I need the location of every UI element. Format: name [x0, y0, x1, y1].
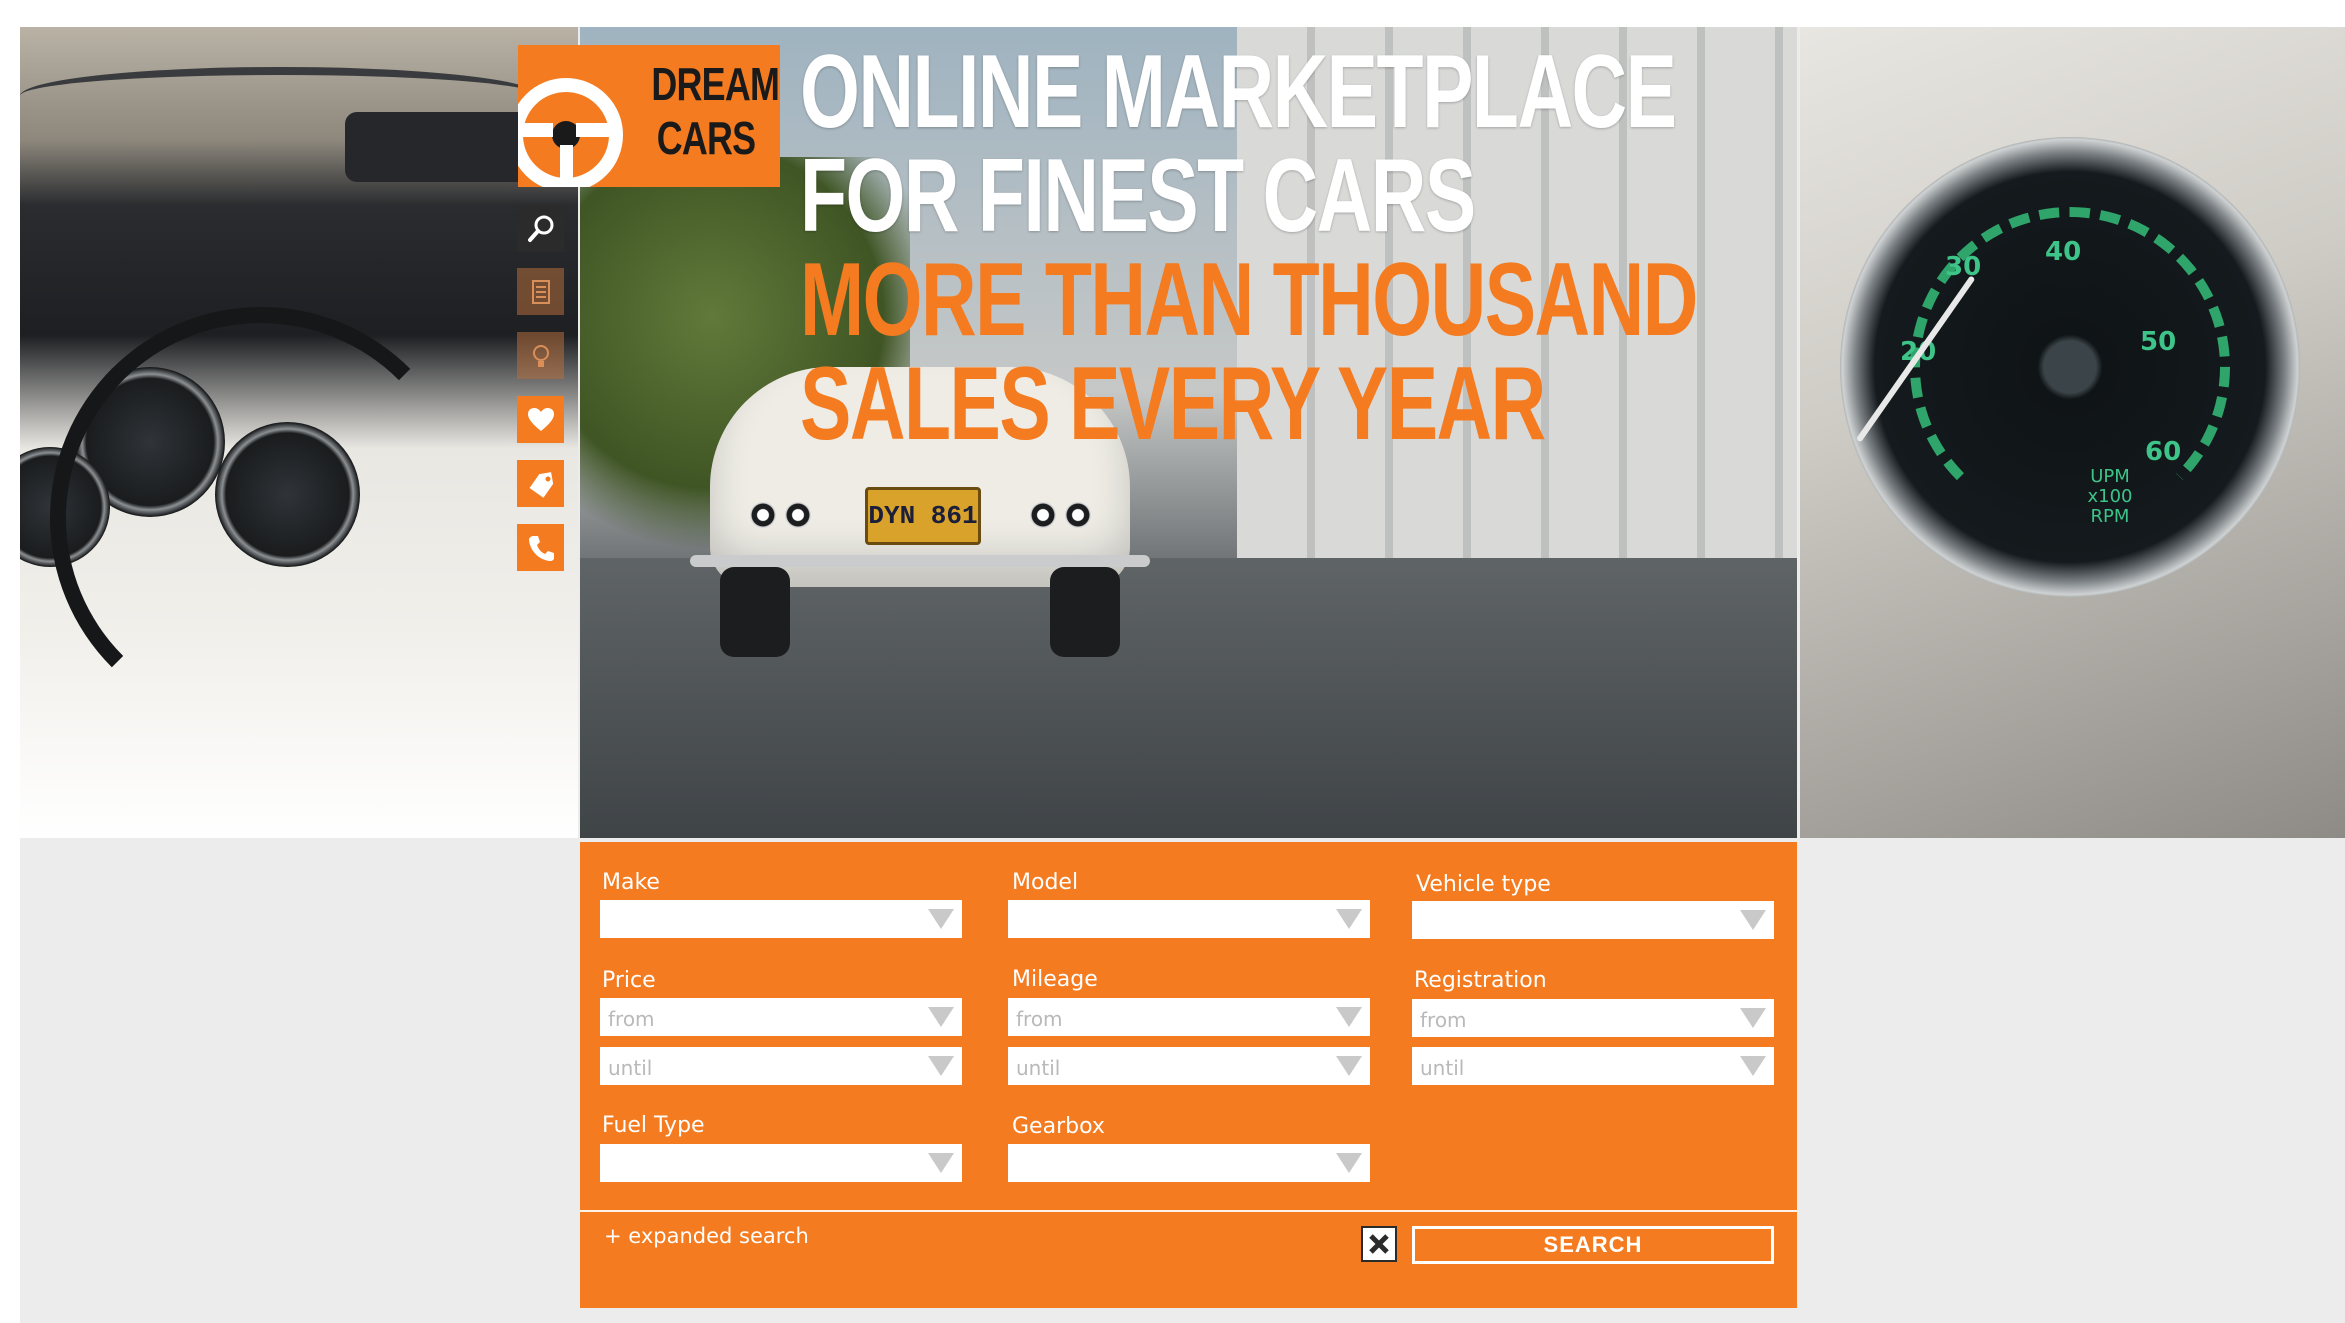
model-label: Model	[1012, 870, 1079, 895]
model-select[interactable]	[1008, 900, 1370, 938]
form-divider	[580, 1210, 1797, 1212]
close-icon	[1369, 1234, 1389, 1254]
chevron-down-icon	[1740, 1008, 1766, 1028]
sidebar-item-document[interactable]	[517, 268, 564, 315]
make-select[interactable]	[600, 900, 962, 938]
license-plate: DYN 861	[865, 487, 981, 545]
hero-image-tachometer: 20 30 40 50 60 UPM x100 RPM	[1800, 27, 2345, 838]
headline-line: MORE THAN THOUSAND	[800, 242, 1698, 358]
chevron-down-icon	[1336, 1056, 1362, 1076]
mileage-label: Mileage	[1012, 967, 1098, 992]
mileage-from-select[interactable]: from	[1008, 998, 1370, 1036]
chevron-down-icon	[1336, 909, 1362, 929]
rearview-mirror	[345, 112, 545, 182]
chevron-down-icon	[928, 1056, 954, 1076]
gearbox-select[interactable]	[1008, 1144, 1370, 1182]
mileage-until-placeholder: until	[1016, 1056, 1061, 1080]
tachometer-number: 60	[2145, 437, 2182, 467]
tachometer-number: 40	[2045, 237, 2082, 267]
price-from-placeholder: from	[608, 1007, 655, 1031]
tag-icon	[529, 471, 553, 498]
registration-until-select[interactable]: until	[1412, 1047, 1774, 1085]
phone-icon	[528, 535, 554, 561]
hero-headline: ONLINE MARKETPLACE FOR FINEST CARS MORE …	[800, 40, 1780, 456]
car-bumper	[690, 555, 1150, 567]
price-until-placeholder: until	[608, 1056, 653, 1080]
car-tail-light	[750, 502, 776, 528]
hero-image-interior	[20, 27, 578, 838]
registration-label: Registration	[1414, 968, 1547, 993]
clear-button[interactable]	[1361, 1226, 1397, 1262]
mileage-from-placeholder: from	[1016, 1007, 1063, 1031]
sidebar-item-contact[interactable]	[517, 524, 564, 571]
fuel-type-label: Fuel Type	[602, 1113, 705, 1138]
sidebar-item-favorites[interactable]	[517, 396, 564, 443]
headline-line: SALES EVERY YEAR	[800, 346, 1546, 462]
sidebar-item-ideas[interactable]	[517, 332, 564, 379]
chevron-down-icon	[928, 1007, 954, 1027]
registration-until-placeholder: until	[1420, 1056, 1465, 1080]
sidebar-item-search[interactable]	[517, 205, 564, 252]
lightbulb-icon	[532, 344, 549, 367]
registration-from-select[interactable]: from	[1412, 999, 1774, 1037]
expanded-search-link[interactable]: + expanded search	[604, 1224, 809, 1248]
tachometer-dial: 20 30 40 50 60 UPM x100 RPM	[1840, 137, 2300, 597]
search-button[interactable]: SEARCH	[1412, 1226, 1774, 1264]
steering-wheel	[50, 307, 472, 729]
search-form: Make Model Vehicle type Price from until…	[580, 842, 1797, 1308]
chevron-down-icon	[1740, 910, 1766, 930]
car-tail-light	[1065, 502, 1091, 528]
vehicle-type-select[interactable]	[1412, 901, 1774, 939]
make-label: Make	[602, 870, 660, 895]
gearbox-label: Gearbox	[1012, 1114, 1105, 1139]
tachometer-number: 50	[2140, 327, 2177, 357]
headline-line: FOR FINEST CARS	[800, 138, 1476, 254]
chevron-down-icon	[928, 1153, 954, 1173]
sidebar-item-offers[interactable]	[517, 460, 564, 507]
search-icon	[527, 215, 553, 242]
vehicle-type-label: Vehicle type	[1416, 872, 1551, 897]
document-icon	[531, 279, 550, 304]
steering-wheel-icon	[518, 45, 643, 187]
car-tail-light	[785, 502, 811, 528]
tachometer-units: UPM x100 RPM	[2087, 466, 2133, 527]
fuel-type-select[interactable]	[600, 1144, 962, 1182]
chevron-down-icon	[1740, 1056, 1766, 1076]
chevron-down-icon	[928, 909, 954, 929]
headline-line: ONLINE MARKETPLACE	[800, 34, 1677, 150]
price-label: Price	[602, 968, 656, 993]
car-tail-light	[1030, 502, 1056, 528]
dream-cars-logo[interactable]: DREAM CARS	[518, 45, 780, 187]
price-until-select[interactable]: until	[600, 1047, 962, 1085]
mileage-until-select[interactable]: until	[1008, 1047, 1370, 1085]
car-tire	[720, 567, 790, 657]
tachometer-number: 30	[1945, 252, 1982, 282]
price-from-select[interactable]: from	[600, 998, 962, 1036]
heart-icon	[527, 407, 554, 431]
logo-text: DREAM CARS	[651, 58, 780, 164]
chevron-down-icon	[1336, 1153, 1362, 1173]
chevron-down-icon	[1336, 1007, 1362, 1027]
registration-from-placeholder: from	[1420, 1008, 1467, 1032]
car-tire	[1050, 567, 1120, 657]
